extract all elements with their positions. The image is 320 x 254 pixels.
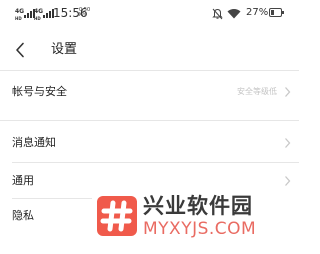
battery-percent: 27%	[246, 7, 269, 18]
wifi-icon	[227, 9, 241, 19]
settings-item-label: 帐号与安全	[12, 85, 67, 98]
divider	[0, 70, 299, 71]
settings-item-label: 通用	[12, 174, 34, 187]
chevron-right-icon	[285, 176, 291, 186]
signal-2-sub: HD	[34, 16, 41, 21]
settings-item-label: 消息通知	[12, 136, 56, 149]
watermark-title: 兴业软件园	[143, 194, 253, 218]
page-title: 设置	[51, 42, 78, 57]
signal-1-sub: HD	[15, 16, 22, 21]
header: 设置	[0, 30, 299, 70]
settings-item-label: 隐私	[12, 209, 34, 222]
chevron-right-icon	[285, 138, 291, 148]
back-chevron-icon[interactable]	[14, 42, 26, 58]
settings-item-notifications[interactable]: 消息通知	[0, 125, 299, 161]
mute-icon	[212, 8, 223, 20]
security-level-value: 安全等级低	[237, 87, 277, 96]
watermark-url: MYXYJS.COM	[143, 219, 257, 239]
network-speed: 0.50 K/s	[79, 7, 91, 18]
signal-2-label: 4G	[34, 8, 44, 15]
signal-1-label: 4G	[15, 8, 25, 15]
section-divider	[0, 120, 299, 121]
settings-item-account-security[interactable]: 帐号与安全 安全等级低	[0, 74, 299, 110]
chevron-right-icon	[285, 87, 291, 97]
status-bar: 4G HD 4G HD 15:56 0.50 K/s 27%	[0, 0, 299, 30]
battery-icon	[269, 8, 284, 17]
hash-logo-icon	[97, 196, 137, 236]
